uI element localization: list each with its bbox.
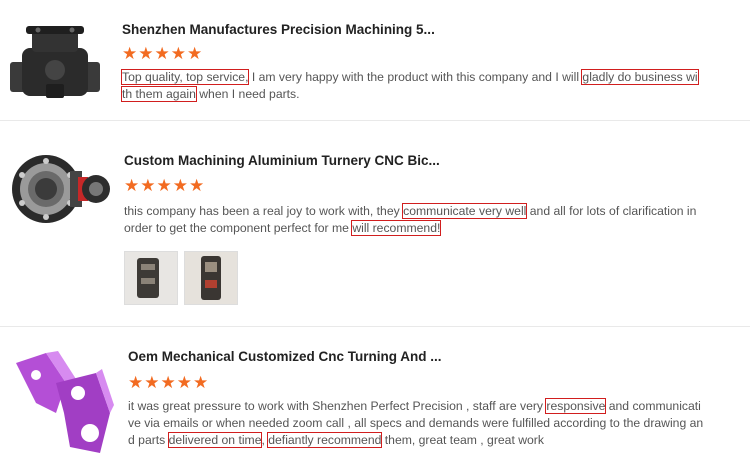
purple-bracket-icon[interactable] <box>6 343 116 463</box>
review-line: this company has been a real joy to work… <box>124 203 724 220</box>
review-line: it was great pressure to work with Shenz… <box>128 398 743 415</box>
review-3: Oem Mechanical Customized Cnc Turning An… <box>0 327 750 473</box>
text-span: and all for lots of clarification in <box>526 204 697 218</box>
review-line: order to get the component perfect for m… <box>124 220 724 237</box>
highlight-phrase: th them again <box>121 86 197 102</box>
highlight-phrase: responsive <box>545 398 607 414</box>
text-span: them, great team , great work <box>381 433 544 447</box>
review-title[interactable]: Oem Mechanical Customized Cnc Turning An… <box>128 349 442 364</box>
highlight-phrase: will recommend! <box>351 220 442 236</box>
review-2: Custom Machining Aluminium Turnery CNC B… <box>0 121 750 326</box>
star-rating: ★★★★★ <box>122 44 204 63</box>
text-span: this company has been a real joy to work… <box>124 204 404 218</box>
highlight-phrase: communicate very well <box>402 203 528 219</box>
highlight-phrase: defiantly recommend <box>267 432 383 448</box>
review-line: Top quality, top service, I am very happ… <box>120 69 722 86</box>
review-title[interactable]: Shenzhen Manufactures Precision Machinin… <box>122 22 435 37</box>
review-title[interactable]: Custom Machining Aluminium Turnery CNC B… <box>124 153 440 168</box>
review-text: this company has been a real joy to work… <box>124 203 724 237</box>
text-span: order to get the component perfect for m… <box>124 221 353 235</box>
review-1: Shenzhen Manufactures Precision Machinin… <box>0 0 750 120</box>
pipe-fitting-icon[interactable] <box>8 18 103 103</box>
text-span: I am very happy with the product with th… <box>248 70 583 84</box>
highlight-phrase: Top quality, top service, <box>120 69 250 85</box>
review-line: th them again when I need parts. <box>121 86 722 103</box>
bearing-hub-icon[interactable] <box>8 141 113 236</box>
text-span: d parts <box>128 433 169 447</box>
review-photo[interactable] <box>124 251 178 305</box>
review-text: Top quality, top service, I am very happ… <box>120 69 722 103</box>
text-span: when I need parts. <box>195 87 300 101</box>
review-text: it was great pressure to work with Shenz… <box>128 398 743 449</box>
text-span: and communicati <box>605 399 701 413</box>
highlight-phrase: gladly do business wi <box>581 69 699 85</box>
review-line: d parts delivered on time, defiantly rec… <box>128 432 743 449</box>
text-span: it was great pressure to work with Shenz… <box>128 399 547 413</box>
review-line: ve via emails or when needed zoom call ,… <box>128 415 743 432</box>
review-photo[interactable] <box>184 251 238 305</box>
star-rating: ★★★★★ <box>128 373 210 392</box>
star-rating: ★★★★★ <box>124 176 206 195</box>
text-span: ve via emails or when needed zoom call ,… <box>128 416 704 430</box>
highlight-phrase: delivered on time <box>167 432 263 448</box>
